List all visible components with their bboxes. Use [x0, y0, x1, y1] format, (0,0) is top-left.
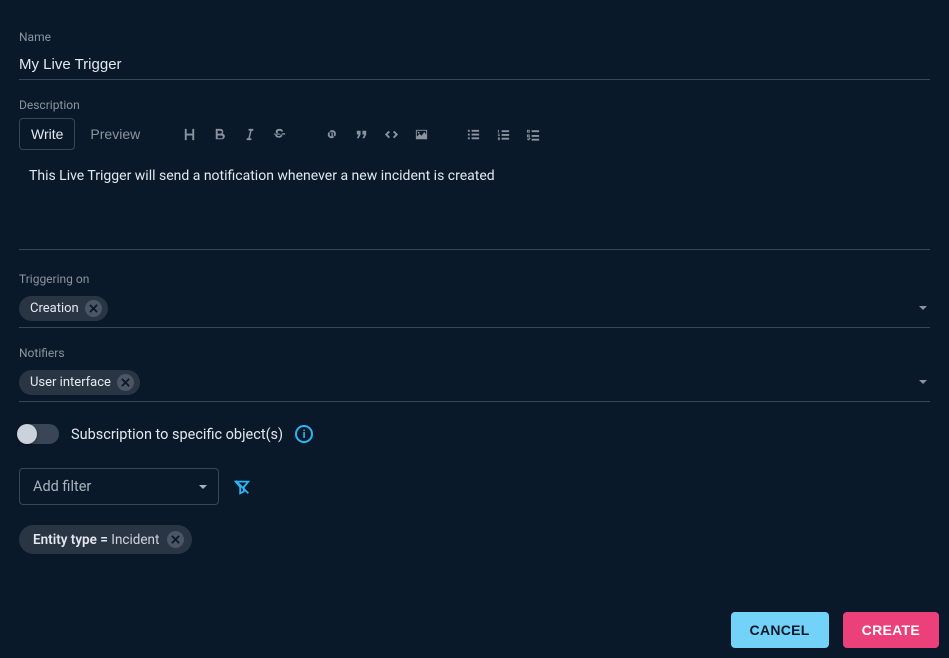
- filter-value: Incident: [111, 532, 159, 548]
- tab-write[interactable]: Write: [19, 118, 75, 150]
- tab-preview[interactable]: Preview: [79, 119, 151, 149]
- subscription-label: Subscription to specific object(s): [71, 426, 283, 443]
- filter-chip-entity-type: Entity type = Incident: [19, 525, 192, 554]
- strikethrough-icon[interactable]: [265, 120, 293, 148]
- italic-icon[interactable]: [235, 120, 263, 148]
- image-icon[interactable]: [407, 120, 435, 148]
- name-label: Name: [19, 30, 930, 44]
- chip-creation: Creation: [19, 296, 108, 321]
- chip-remove-icon[interactable]: [167, 531, 184, 548]
- toggle-thumb: [17, 424, 37, 444]
- name-input[interactable]: [19, 50, 930, 80]
- chip-remove-icon[interactable]: [85, 300, 102, 317]
- link-icon[interactable]: [317, 120, 345, 148]
- add-filter-dropdown[interactable]: Add filter: [19, 468, 219, 505]
- triggering-select[interactable]: Creation: [19, 292, 930, 328]
- filter-key: Entity type =: [33, 532, 108, 548]
- notifiers-select[interactable]: User interface: [19, 366, 930, 402]
- ordered-list-icon[interactable]: [489, 120, 517, 148]
- chip-remove-icon[interactable]: [117, 374, 134, 391]
- description-label: Description: [19, 98, 930, 112]
- notifiers-label: Notifiers: [19, 346, 930, 360]
- triggering-label: Triggering on: [19, 272, 930, 286]
- create-button[interactable]: CREATE: [843, 612, 939, 648]
- cancel-button[interactable]: CANCEL: [731, 612, 829, 648]
- quote-icon[interactable]: [347, 120, 375, 148]
- add-filter-label: Add filter: [33, 478, 91, 495]
- checklist-icon[interactable]: [519, 120, 547, 148]
- code-icon[interactable]: [377, 120, 405, 148]
- chevron-down-icon[interactable]: [918, 376, 928, 390]
- description-input[interactable]: [19, 160, 930, 250]
- clear-filter-icon[interactable]: [233, 478, 251, 496]
- chip-user-interface: User interface: [19, 370, 140, 395]
- chip-label: User interface: [30, 375, 111, 390]
- heading-icon[interactable]: [175, 120, 203, 148]
- bold-icon[interactable]: [205, 120, 233, 148]
- chevron-down-icon: [198, 482, 208, 492]
- chevron-down-icon[interactable]: [918, 302, 928, 316]
- unordered-list-icon[interactable]: [459, 120, 487, 148]
- subscription-toggle[interactable]: [19, 424, 59, 444]
- chip-label: Creation: [30, 301, 79, 316]
- info-icon[interactable]: i: [295, 425, 313, 443]
